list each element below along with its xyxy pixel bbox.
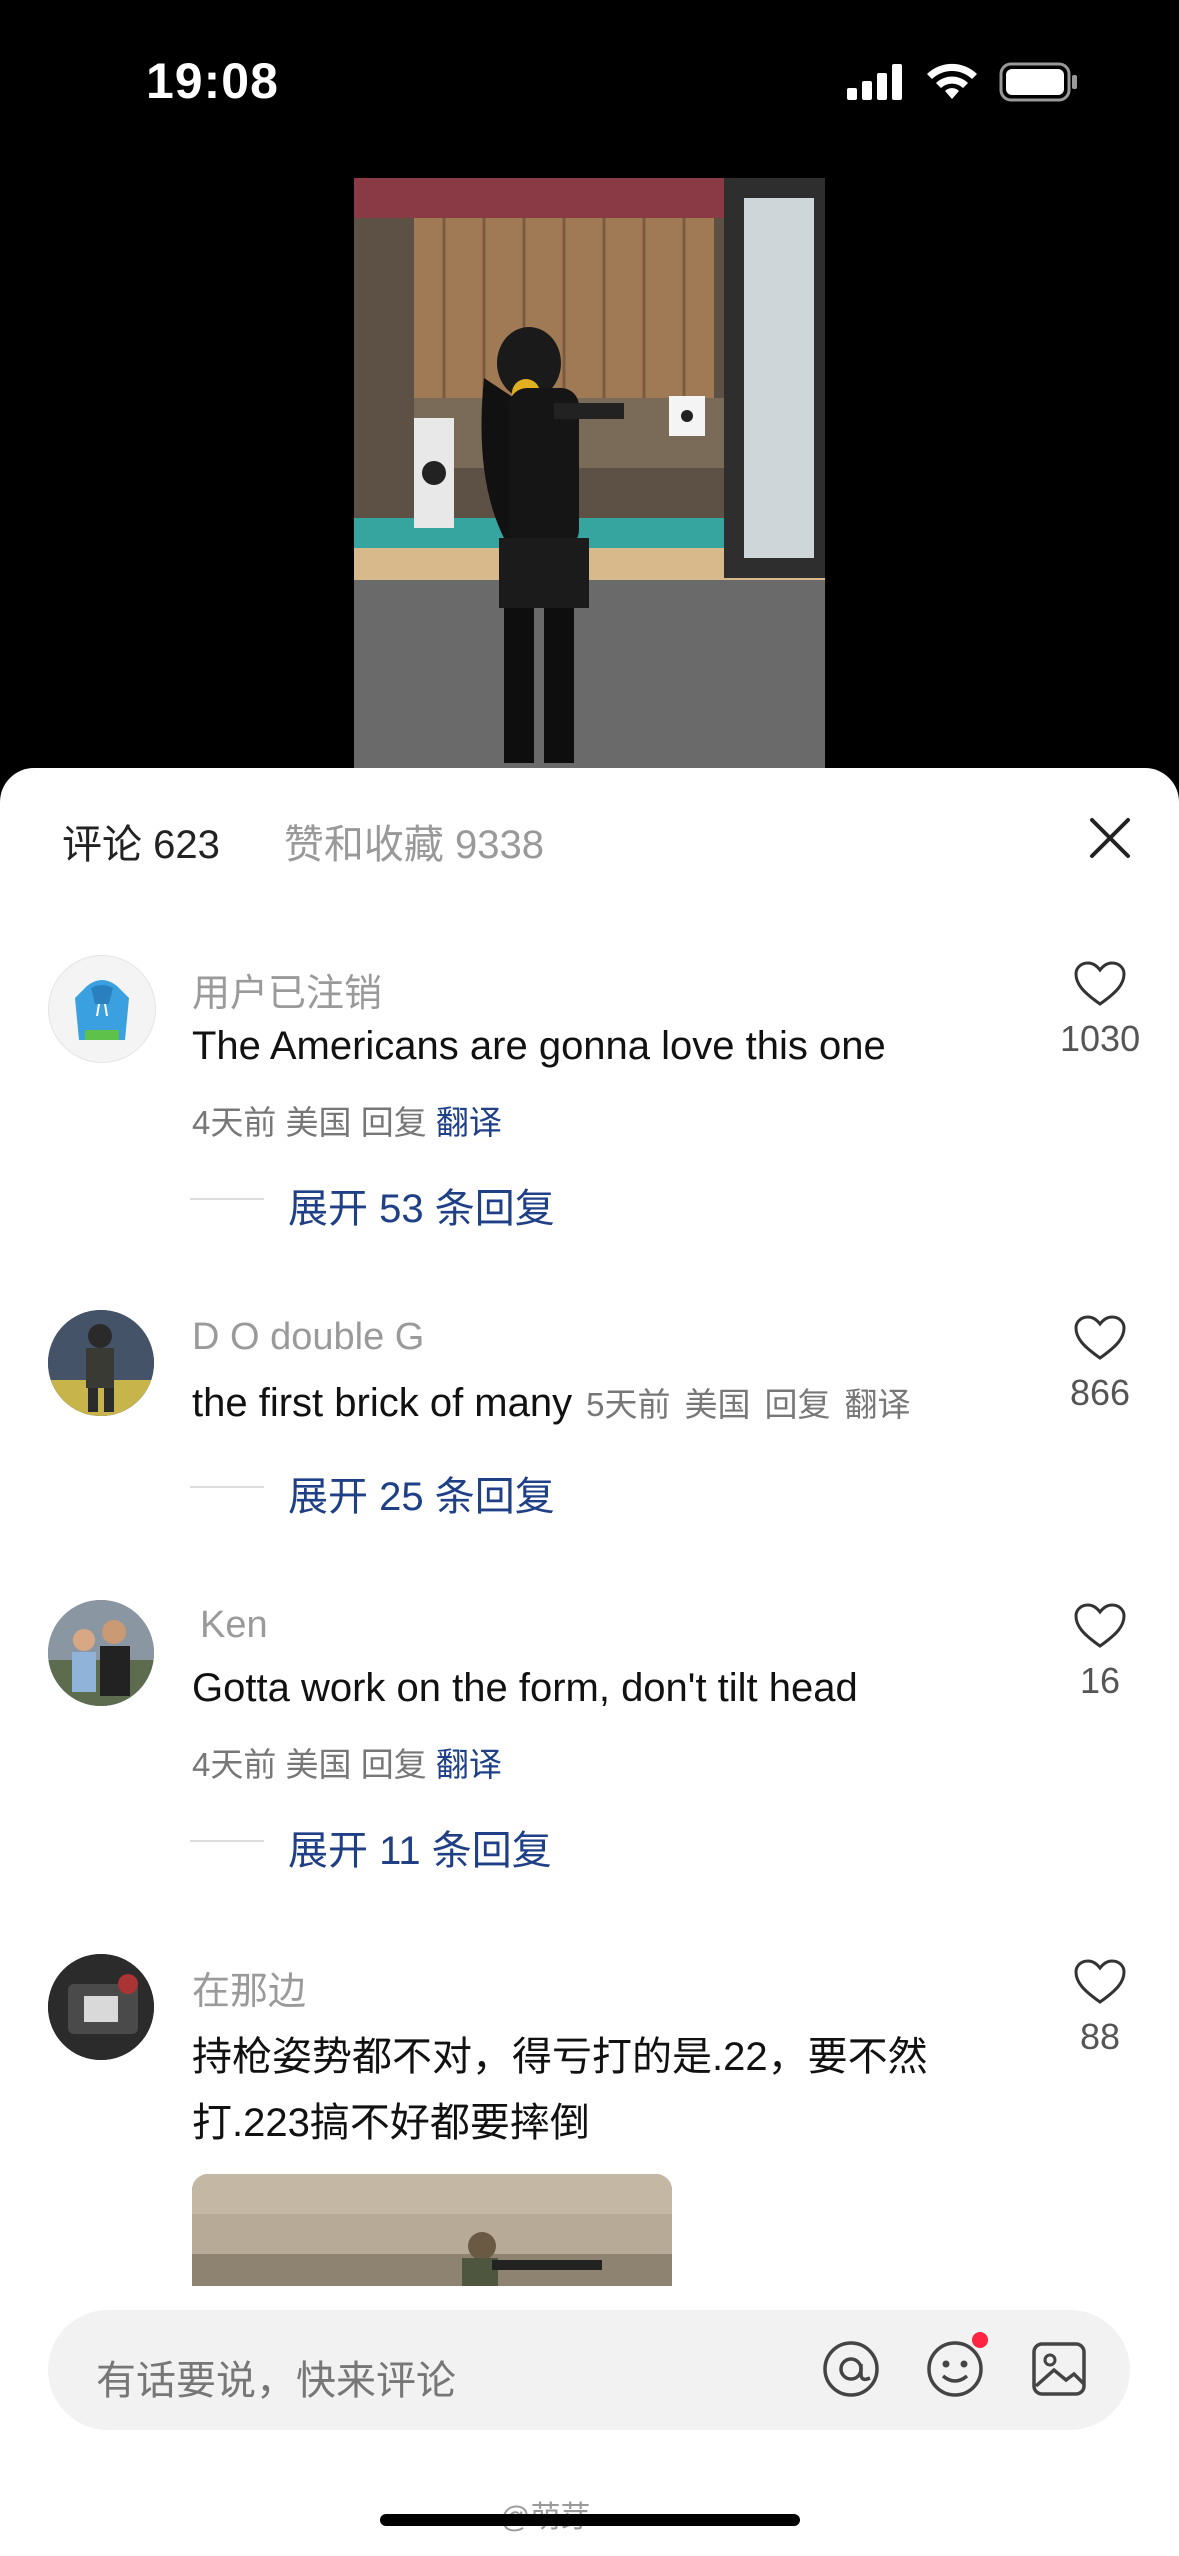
at-mention-icon[interactable] bbox=[818, 2336, 884, 2402]
translate-button[interactable]: 翻译 bbox=[436, 1104, 502, 1141]
reply-button[interactable]: 回复 bbox=[361, 1104, 427, 1141]
soldier-avatar-image bbox=[48, 1310, 154, 1416]
avatar[interactable] bbox=[48, 955, 156, 1063]
emoji-button[interactable] bbox=[922, 2332, 988, 2406]
comment-username[interactable]: Ken bbox=[200, 1604, 268, 1647]
comment-meta: 4天前 美国 回复 翻译 bbox=[192, 1738, 502, 1786]
video-thumbnail[interactable] bbox=[354, 178, 825, 768]
comment-username[interactable]: 用户已注销 bbox=[192, 962, 382, 1017]
translate-button[interactable]: 翻译 bbox=[844, 1386, 910, 1423]
expand-replies-label[interactable]: 展开 53 条回复 bbox=[288, 1176, 555, 1234]
expand-replies-label[interactable]: 展开 11 条回复 bbox=[288, 1818, 552, 1876]
tab-comments[interactable]: 评论 623 bbox=[62, 812, 220, 870]
reply-button[interactable]: 回复 bbox=[764, 1386, 830, 1423]
input-actions bbox=[818, 2332, 1092, 2406]
like-count: 866 bbox=[1069, 1372, 1131, 1413]
comment-region: 美国 bbox=[285, 1104, 352, 1141]
expand-divider bbox=[190, 1198, 264, 1200]
comment-text: The Americans are gonna love this one bbox=[192, 1024, 886, 1068]
hoodie-avatar-icon bbox=[75, 980, 129, 1040]
comment-input-placeholder[interactable]: 有话要说，快来评论 bbox=[96, 2348, 456, 2406]
expand-divider bbox=[190, 1840, 264, 1842]
status-icons bbox=[847, 62, 1079, 102]
comment-input-bar[interactable]: 有话要说，快来评论 bbox=[48, 2310, 1130, 2430]
like-count: 16 bbox=[1079, 1660, 1121, 1701]
close-icon[interactable] bbox=[1084, 812, 1136, 864]
comment-region: 美国 bbox=[285, 1746, 352, 1783]
comment-text: the first brick of many 5天前 美国 回复 翻译 bbox=[192, 1378, 910, 1426]
people-avatar-image bbox=[48, 1600, 154, 1706]
attached-photo bbox=[192, 2174, 672, 2286]
comment-text: Gotta work on the form, don't tilt head bbox=[192, 1666, 858, 1710]
comment-time: 4天前 bbox=[192, 1104, 277, 1141]
comment-username[interactable]: D O double G bbox=[192, 1316, 424, 1359]
like-count: 88 bbox=[1079, 2016, 1121, 2057]
like-button[interactable]: 1030 bbox=[1060, 960, 1140, 1060]
comment-attached-image[interactable] bbox=[192, 2174, 672, 2286]
expand-divider bbox=[190, 1486, 264, 1488]
heart-icon bbox=[1074, 1603, 1126, 1648]
wifi-icon bbox=[927, 63, 977, 99]
image-picker-icon[interactable] bbox=[1026, 2336, 1092, 2402]
tab-likes-favorites[interactable]: 赞和收藏 9338 bbox=[284, 812, 544, 870]
like-button[interactable]: 16 bbox=[1060, 1602, 1140, 1702]
video-frame-image bbox=[354, 178, 825, 768]
expand-replies-label[interactable]: 展开 25 条回复 bbox=[288, 1464, 555, 1522]
like-count: 1030 bbox=[1060, 1018, 1141, 1059]
comment-text-line: 打.223搞不好都要摔倒 bbox=[192, 2101, 590, 2145]
like-button[interactable]: 88 bbox=[1060, 1958, 1140, 2058]
status-bar: 19:08 bbox=[0, 0, 1179, 170]
comment-text-content: the first brick of many bbox=[192, 1381, 573, 1425]
sheet-tabs: 评论 623 赞和收藏 9338 bbox=[62, 812, 544, 870]
comment-text-line: 持枪姿势都不对，得亏打的是.22，要不然 bbox=[192, 2035, 928, 2079]
comment-region: 美国 bbox=[684, 1386, 751, 1423]
heart-icon bbox=[1074, 1315, 1126, 1360]
home-indicator bbox=[380, 2514, 800, 2526]
dark-avatar-image bbox=[48, 1954, 154, 2060]
like-button[interactable]: 866 bbox=[1060, 1314, 1140, 1414]
reply-button[interactable]: 回复 bbox=[361, 1746, 427, 1783]
notification-dot bbox=[972, 2332, 988, 2348]
comment-time: 5天前 bbox=[586, 1386, 671, 1423]
translate-button[interactable]: 翻译 bbox=[436, 1746, 502, 1783]
avatar[interactable] bbox=[48, 1310, 154, 1416]
cellular-signal-icon bbox=[847, 64, 902, 100]
comment-meta: 4天前 美国 回复 翻译 bbox=[192, 1096, 502, 1144]
battery-icon bbox=[999, 62, 1077, 102]
comment-username[interactable]: 在那边 bbox=[192, 1960, 306, 2015]
comment-time: 4天前 bbox=[192, 1746, 277, 1783]
status-time: 19:08 bbox=[146, 53, 279, 109]
avatar[interactable] bbox=[48, 1600, 154, 1706]
avatar[interactable] bbox=[48, 1954, 154, 2060]
heart-icon bbox=[1074, 961, 1126, 1006]
heart-icon bbox=[1074, 1959, 1126, 2004]
